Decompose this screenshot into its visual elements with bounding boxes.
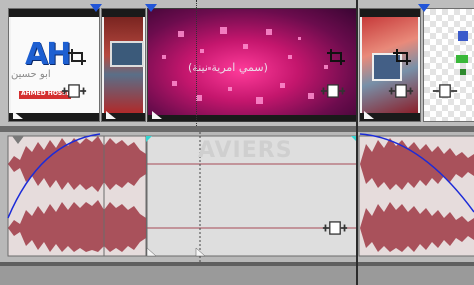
cursor-line: [196, 0, 197, 126]
clip-corner-handle[interactable]: [152, 111, 162, 119]
clip-corner-handle[interactable]: [106, 111, 116, 119]
clip-marker[interactable]: [90, 4, 102, 12]
film-strip: [360, 9, 420, 17]
video-track: AH ابو حسين AHMED HOSSIEN (سمي امرية نين…: [0, 0, 474, 126]
clip-marker[interactable]: [418, 4, 430, 12]
video-clip-4[interactable]: [359, 8, 421, 122]
video-clip-logo[interactable]: AH ابو حسين AHMED HOSSIEN: [8, 8, 100, 122]
pan-crop-icon[interactable]: [322, 218, 348, 238]
pan-crop-icon[interactable]: [388, 81, 414, 101]
video-clip-2[interactable]: [101, 8, 146, 122]
clip-marker[interactable]: [145, 4, 157, 12]
audio-watermark: AVIERS: [198, 138, 293, 163]
logo-letters: AH: [25, 37, 71, 72]
video-clip-5[interactable]: [423, 8, 474, 122]
pan-crop-icon[interactable]: [61, 81, 87, 101]
film-strip: [148, 115, 356, 121]
pan-crop-icon[interactable]: [320, 81, 346, 101]
clip-caption: (سمي امرية نينة): [188, 61, 268, 74]
film-strip: [102, 9, 145, 17]
logo-subtext: ابو حسين: [11, 69, 51, 80]
film-strip: [9, 9, 99, 17]
pan-crop-icon[interactable]: [432, 81, 458, 101]
audio-track: AVIERS: [0, 0, 474, 262]
timeline-bottom-bar: [0, 262, 474, 285]
clip-corner-handle[interactable]: [13, 111, 23, 119]
crop-icon[interactable]: [65, 47, 91, 67]
crop-icon[interactable]: [390, 47, 416, 67]
video-clip-particles[interactable]: (سمي امرية نينة): [147, 8, 357, 122]
clip-thumbnail: [456, 31, 468, 75]
playhead[interactable]: [356, 0, 358, 285]
clip-thumbnail: [104, 17, 144, 113]
clip-corner-handle[interactable]: [364, 111, 374, 119]
crop-icon[interactable]: [324, 47, 350, 67]
